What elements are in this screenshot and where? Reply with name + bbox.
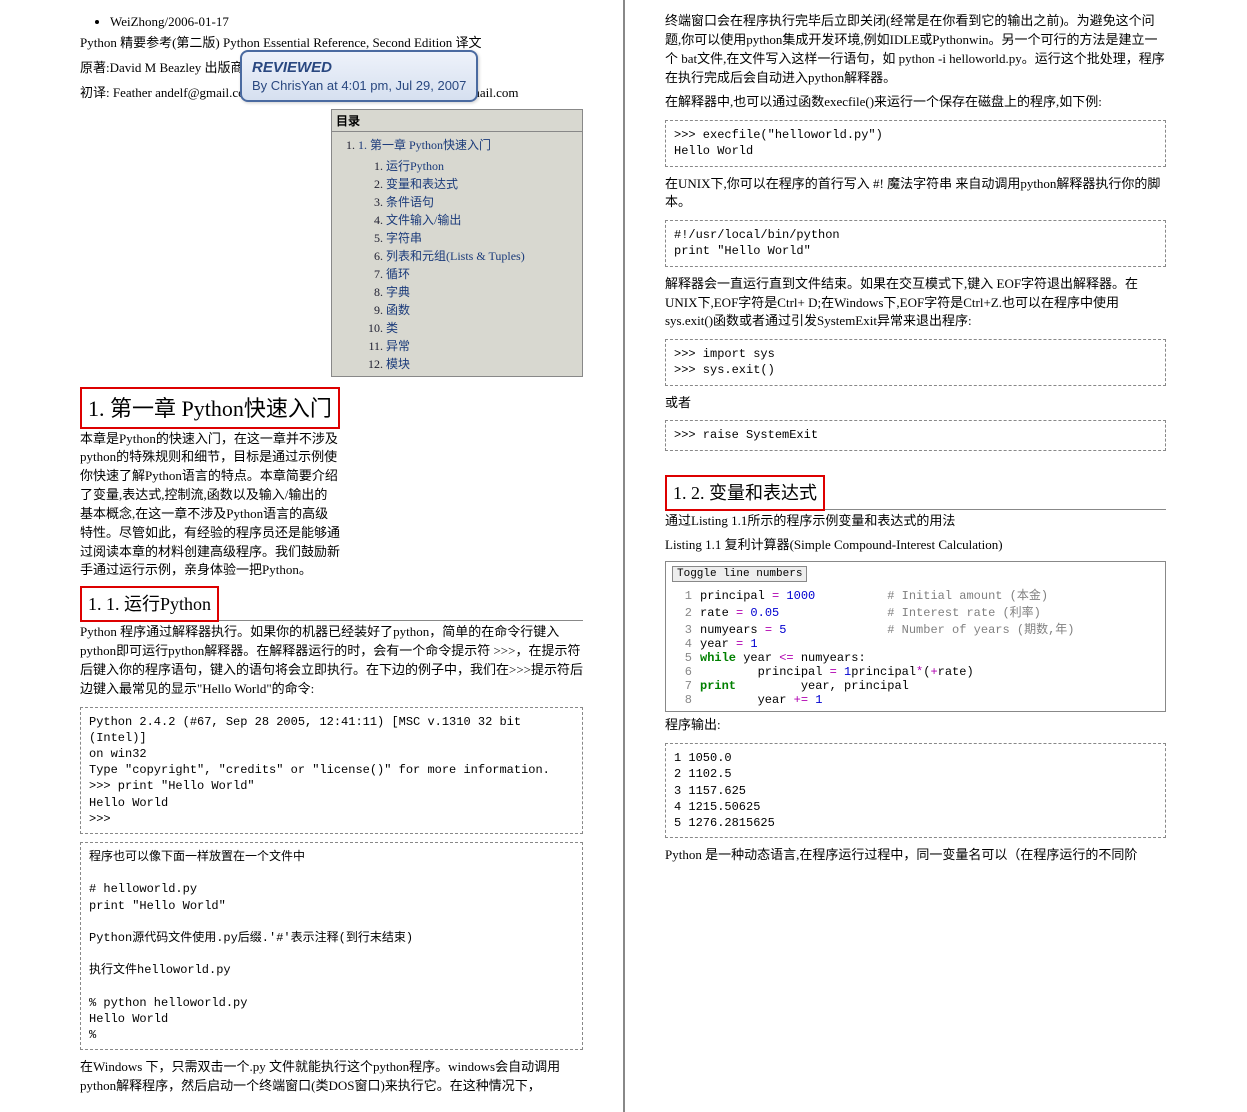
section-12-heading-box: 1. 2. 变量和表达式 bbox=[665, 475, 825, 511]
toc-top[interactable]: 1. 第一章 Python快速入门 bbox=[358, 138, 491, 152]
toc-item[interactable]: 变量和表达式 bbox=[386, 177, 458, 191]
toc-item[interactable]: 运行Python bbox=[386, 159, 444, 173]
code-line: 4year = 1 bbox=[672, 637, 1159, 651]
code-shebang: #!/usr/local/bin/python print "Hello Wor… bbox=[665, 220, 1166, 266]
code-line: 1principal = 1000 # Initial amount (本金) bbox=[672, 586, 1159, 603]
code-execfile: >>> execfile("helloworld.py") Hello Worl… bbox=[665, 120, 1166, 166]
right-p4: 解释器会一直运行直到文件结束。如果在交互模式下,键入 EOF字符退出解释器。在U… bbox=[665, 275, 1166, 332]
code-line: 2rate = 0.05 # Interest rate (利率) bbox=[672, 603, 1159, 620]
toc-item[interactable]: 文件输入/输出 bbox=[386, 213, 461, 227]
output-label: 程序输出: bbox=[665, 716, 1166, 735]
code-raise: >>> raise SystemExit bbox=[665, 420, 1166, 450]
section-11-heading-box: 1. 1. 运行Python bbox=[80, 586, 219, 622]
toc-item[interactable]: 字典 bbox=[386, 285, 410, 299]
toc-item[interactable]: 字符串 bbox=[386, 231, 422, 245]
sec11-p3: 在Windows 下，只需双击一个.py 文件就能执行这个python程序。wi… bbox=[80, 1058, 583, 1096]
sec12-p2: Python 是一种动态语言,在程序运行过程中，同一变量名可以（在程序运行的不同… bbox=[665, 846, 1166, 865]
section-1-heading: 1. 第一章 Python快速入门 bbox=[88, 391, 332, 425]
toc-item[interactable]: 列表和元组(Lists & Tuples) bbox=[386, 249, 525, 263]
code-sysexit: >>> import sys >>> sys.exit() bbox=[665, 339, 1166, 385]
sec11-p1: Python 程序通过解释器执行。如果你的机器已经装好了python，简单的在命… bbox=[80, 623, 583, 698]
stamp-byline: By ChrisYan at 4:01 pm, Jul 29, 2007 bbox=[252, 78, 466, 93]
code-line: 8 year += 1 bbox=[672, 693, 1159, 707]
sec12-p1: 通过Listing 1.1所示的程序示例变量和表达式的用法 bbox=[665, 512, 1166, 531]
code-line: 3numyears = 5 # Number of years (期数,年) bbox=[672, 620, 1159, 637]
review-stamp: REVIEWED By ChrisYan at 4:01 pm, Jul 29,… bbox=[240, 50, 478, 102]
section-12-heading: 1. 2. 变量和表达式 bbox=[673, 479, 817, 507]
toc-heading: 目录 bbox=[332, 110, 582, 132]
section-11-heading: 1. 1. 运行Python bbox=[88, 590, 211, 618]
program-output: 1 1050.0 2 1102.5 3 1157.625 4 1215.5062… bbox=[665, 743, 1166, 838]
section-1-intro: 本章是Python的快速入门，在这一章并不涉及 python的特殊规则和细节，目… bbox=[80, 430, 340, 581]
code-line: 6 principal = 1principal*(+rate) bbox=[672, 665, 1159, 679]
section-1-heading-box: 1. 第一章 Python快速入门 bbox=[80, 387, 340, 429]
toc-item[interactable]: 循环 bbox=[386, 267, 410, 281]
right-p3: 在UNIX下,你可以在程序的首行写入 #! 魔法字符串 来自动调用python解… bbox=[665, 175, 1166, 213]
toc-item[interactable]: 模块 bbox=[386, 357, 410, 371]
right-p2: 在解释器中,也可以通过函数execfile()来运行一个保存在磁盘上的程序,如下… bbox=[665, 93, 1166, 112]
code-line: 5while year <= numyears: bbox=[672, 651, 1159, 665]
toggle-line-numbers[interactable]: Toggle line numbers bbox=[672, 566, 807, 582]
right-p5: 或者 bbox=[665, 394, 1166, 413]
listing-1-1: Toggle line numbers 1principal = 1000 # … bbox=[665, 561, 1166, 712]
toc-item[interactable]: 函数 bbox=[386, 303, 410, 317]
author-bullet: WeiZhong/2006-01-17 bbox=[80, 14, 583, 30]
listing-caption: Listing 1.1 复利计算器(Simple Compound-Intere… bbox=[665, 536, 1166, 555]
toc-item[interactable]: 异常 bbox=[386, 339, 410, 353]
right-p1: 终端窗口会在程序执行完毕后立即关闭(经常是在你看到它的输出之前)。为避免这个问题… bbox=[665, 12, 1166, 87]
table-of-contents: 目录 1. 第一章 Python快速入门 运行Python 变量和表达式条件语句文… bbox=[331, 109, 583, 377]
code-line: 7print year, principal bbox=[672, 679, 1159, 693]
toc-item[interactable]: 条件语句 bbox=[386, 195, 434, 209]
stamp-title: REVIEWED bbox=[252, 58, 466, 78]
code-hello-file: 程序也可以像下面一样放置在一个文件中 # helloworld.py print… bbox=[80, 842, 583, 1050]
toc-item[interactable]: 类 bbox=[386, 321, 398, 335]
code-hello-interactive: Python 2.4.2 (#67, Sep 28 2005, 12:41:11… bbox=[80, 707, 583, 834]
author-line: WeiZhong/2006-01-17 bbox=[110, 14, 583, 30]
